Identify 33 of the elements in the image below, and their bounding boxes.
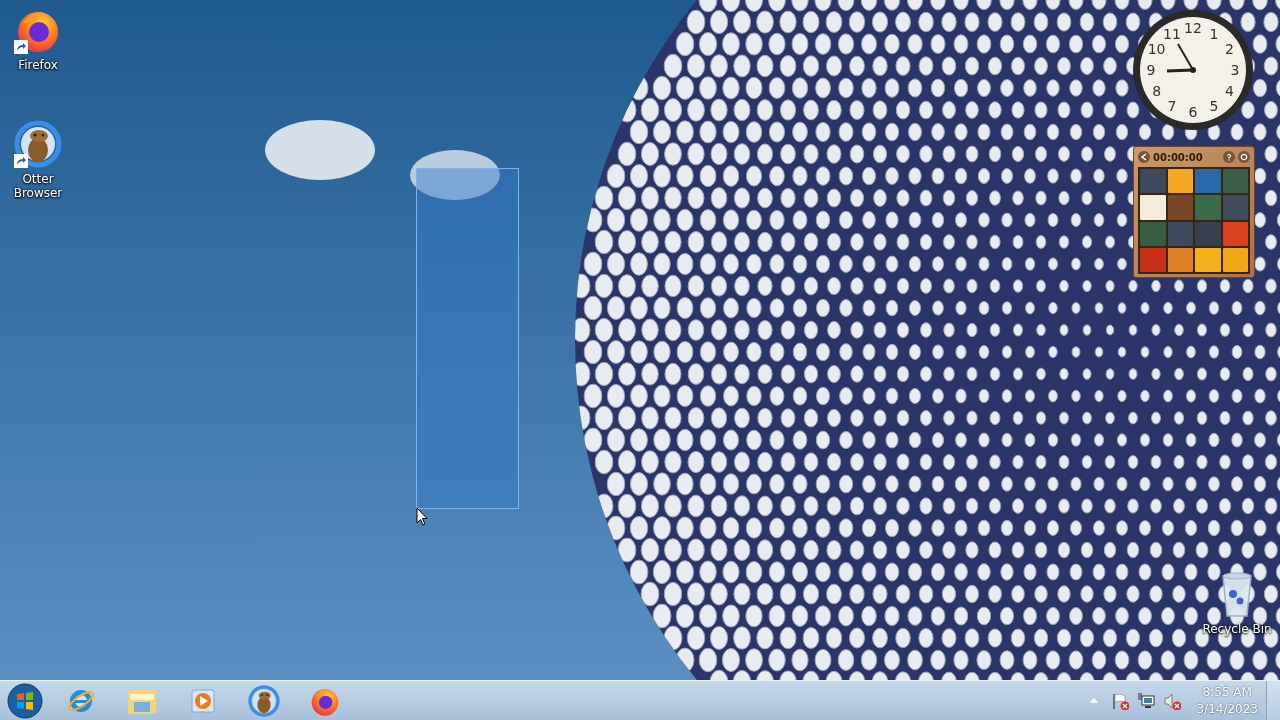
- clock-number: 6: [1188, 104, 1198, 120]
- back-button[interactable]: [1138, 151, 1150, 163]
- clock-number: 3: [1230, 62, 1240, 78]
- up-arrow-icon: [1090, 698, 1099, 703]
- help-icon: [1225, 153, 1233, 161]
- clock-time: 8:55 AM: [1202, 683, 1252, 701]
- clock-number: 11: [1163, 25, 1181, 42]
- timer-text: 00:00:00: [1153, 151, 1204, 163]
- clock-date: 3/14/2023: [1196, 700, 1258, 718]
- help-button[interactable]: [1223, 151, 1235, 163]
- clock-number: 4: [1224, 83, 1234, 99]
- clock-number: 1: [1209, 25, 1219, 42]
- otter-icon: [247, 684, 280, 717]
- flag-error-icon: [1111, 691, 1130, 710]
- tray-icon-button[interactable]: [1136, 690, 1157, 711]
- clock-number: 12: [1184, 20, 1202, 36]
- desktop-icon-label[interactable]: Recycle Bin: [1194, 622, 1280, 636]
- clock-number: 9: [1146, 62, 1156, 78]
- clock-number: 7: [1167, 98, 1177, 115]
- clock-number: 2: [1224, 41, 1234, 57]
- desktop-icon-label[interactable]: Otter Browser: [8, 172, 68, 200]
- desktop-icon-label[interactable]: Firefox: [8, 58, 68, 72]
- mouse-cursor-icon: [416, 507, 428, 526]
- media-player-icon: [188, 686, 217, 715]
- shuffle-button[interactable]: [1238, 151, 1250, 163]
- clock-hands-drawing: [1166, 43, 1196, 73]
- shuffle-icon: [1240, 153, 1248, 161]
- windows-logo-icon: [7, 682, 43, 719]
- clock-number: 10: [1147, 41, 1166, 57]
- network-icon: [1137, 691, 1156, 710]
- clock-number: 8: [1152, 83, 1162, 99]
- clock-number: 5: [1209, 98, 1219, 115]
- speaker-muted-icon: [1163, 691, 1182, 710]
